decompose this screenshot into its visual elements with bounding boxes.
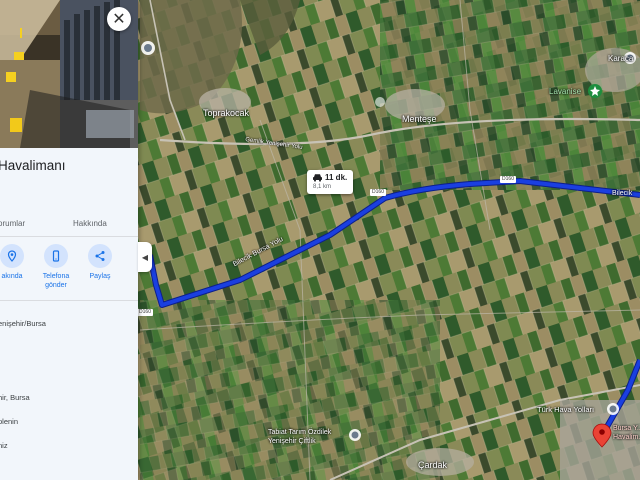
send-to-phone-button[interactable]: Telefona gönder bbox=[36, 244, 76, 290]
location-pin-icon bbox=[0, 244, 24, 268]
poi-marker-icon bbox=[141, 41, 155, 55]
share-icon bbox=[88, 244, 112, 268]
poi-marker-icon bbox=[607, 403, 619, 415]
tab-divider bbox=[0, 236, 138, 237]
place-label: Karaca bbox=[608, 54, 634, 63]
phone-send-icon bbox=[44, 244, 68, 268]
place-label: Tabiat Tarım Özdilek Yenişehir Çiftlik bbox=[268, 429, 332, 445]
info-line: hir, Bursa bbox=[0, 393, 30, 402]
place-label: Toprakocak bbox=[203, 108, 250, 118]
place-title: Havalimanı bbox=[0, 158, 66, 173]
poi-marker-icon bbox=[349, 429, 361, 441]
route-duration: 11 dk. bbox=[325, 173, 348, 182]
section-divider bbox=[0, 300, 138, 301]
nearby-button[interactable]: akında bbox=[0, 244, 32, 281]
road-label: Bilecik bbox=[612, 190, 633, 197]
close-button[interactable]: ✕ bbox=[107, 7, 131, 31]
poi-marker-icon bbox=[375, 97, 385, 107]
place-label: Lavanise bbox=[549, 87, 582, 96]
info-line: plenin bbox=[0, 417, 19, 426]
share-label: Paylaş bbox=[89, 273, 111, 280]
car-icon bbox=[313, 174, 322, 182]
route-info-box[interactable]: 11 dk. 8,1 km bbox=[307, 170, 353, 194]
place-label: Bursa Y... Havalim... bbox=[613, 425, 640, 441]
tab-about[interactable]: Hakkında bbox=[73, 219, 107, 228]
road-shield-label: D160 bbox=[502, 176, 514, 182]
info-line: enişehir/Bursa bbox=[0, 319, 46, 328]
share-button[interactable]: Paylaş bbox=[80, 244, 120, 281]
send-to-phone-label: Telefona gönder bbox=[42, 273, 70, 289]
collapse-panel-button[interactable]: ◀ bbox=[138, 242, 152, 272]
place-label: Menteşe bbox=[402, 114, 437, 124]
road-shield-label: D160 bbox=[139, 309, 151, 315]
tab-reviews[interactable]: orumlar bbox=[0, 219, 25, 228]
star-marker-icon bbox=[588, 84, 602, 98]
place-label: Çardak bbox=[418, 460, 448, 470]
place-label: Türk Hava Yolları bbox=[537, 405, 595, 414]
place-details-panel: ✕ Havalimanı orumlar Hakkında akında Tel… bbox=[0, 0, 138, 480]
road-shield-label: D160 bbox=[372, 189, 384, 195]
nearby-label: akında bbox=[1, 273, 23, 280]
route-distance: 8,1 km bbox=[313, 184, 332, 190]
info-line: niz bbox=[0, 441, 8, 450]
